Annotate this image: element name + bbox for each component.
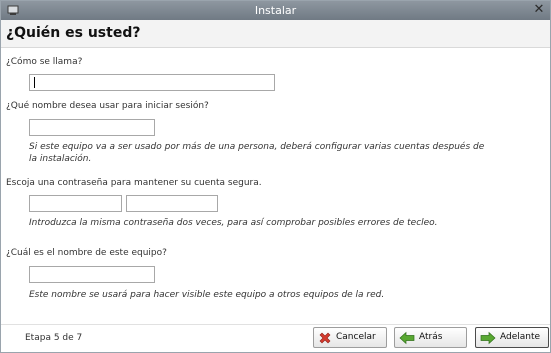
password-label: Escoja una contraseña para mantener su c… xyxy=(6,178,262,188)
forward-button-label: Adelante xyxy=(500,332,541,342)
step-indicator: Etapa 5 de 7 xyxy=(25,333,83,343)
username-input[interactable] xyxy=(29,119,155,136)
installer-icon xyxy=(6,3,20,17)
username-hint-line2: la instalación. xyxy=(29,154,92,164)
close-icon[interactable]: ✕ xyxy=(532,3,546,17)
text-caret xyxy=(34,77,35,88)
page-header: ¿Quién es usted? xyxy=(1,20,550,48)
cancel-button-label: Cancelar xyxy=(336,332,376,342)
username-hint-line1: Si este equipo va a ser usado por más de… xyxy=(29,142,485,152)
forward-button[interactable]: Adelante xyxy=(475,327,549,348)
back-button[interactable]: Atrás xyxy=(394,327,467,348)
title-bar[interactable]: Instalar ✕ xyxy=(1,1,550,20)
window-title: Instalar xyxy=(254,4,297,17)
footer-divider xyxy=(1,324,550,325)
hostname-hint: Este nombre se usará para hacer visible … xyxy=(29,290,385,300)
page-title: ¿Quién es usted? xyxy=(6,25,141,41)
username-label: ¿Qué nombre desea usar para iniciar sesi… xyxy=(6,101,209,111)
password-hint: Introduzca la misma contraseña dos veces… xyxy=(29,218,438,228)
back-button-label: Atrás xyxy=(419,332,443,342)
forward-arrow-icon xyxy=(480,331,496,345)
installer-window: Instalar ✕ ¿Quién es usted? ¿Cómo se lla… xyxy=(0,0,551,353)
back-arrow-icon xyxy=(399,331,415,345)
full-name-input[interactable] xyxy=(29,74,275,91)
cancel-icon xyxy=(318,331,332,345)
cancel-button[interactable]: Cancelar xyxy=(313,327,387,348)
password-confirm-input[interactable] xyxy=(126,195,218,212)
hostname-label: ¿Cuál es el nombre de este equipo? xyxy=(6,248,167,258)
name-label: ¿Cómo se llama? xyxy=(6,57,83,67)
password-input[interactable] xyxy=(29,195,122,212)
hostname-input[interactable] xyxy=(29,266,155,283)
